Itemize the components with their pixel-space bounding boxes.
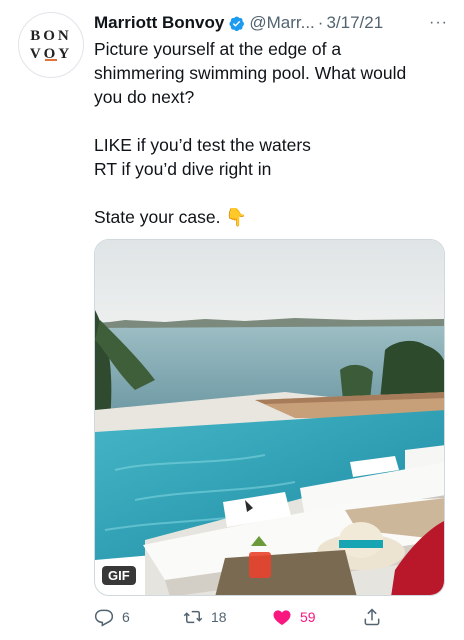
tweet-text-line: RT if you’d dive right in	[94, 159, 272, 179]
tweet-text-line: you do next?	[94, 87, 195, 107]
gif-badge: GIF	[102, 566, 136, 585]
like-count: 59	[300, 609, 316, 625]
reply-count: 6	[122, 609, 130, 625]
like-button[interactable]: 59	[272, 607, 316, 627]
tweet-media-gif[interactable]: GIF	[94, 239, 445, 596]
tweet-date[interactable]: 3/17/21	[326, 13, 383, 33]
heart-filled-icon	[273, 610, 291, 625]
tweet-text-line: State your case. 👇	[94, 205, 448, 229]
retweet-button[interactable]: 18	[183, 607, 227, 627]
display-name[interactable]: Marriott Bonvoy	[94, 13, 224, 33]
more-horizontal-icon[interactable]: ···	[429, 14, 448, 32]
avatar-logo-line2: VOY	[29, 46, 73, 62]
tweet-text-line: shimmering swimming pool. What would	[94, 63, 407, 83]
pointing-down-emoji-icon: 👇	[225, 207, 248, 227]
avatar-logo-line1: BON	[30, 28, 72, 44]
tweet-body: Marriott Bonvoy @Marr... · 3/17/21 ··· P…	[94, 12, 448, 229]
retweet-count: 18	[211, 609, 227, 625]
reply-icon	[94, 609, 114, 627]
share-icon	[364, 608, 380, 626]
tweet-text-line: Picture yourself at the edge of a	[94, 39, 342, 59]
handle[interactable]: @Marr...	[249, 13, 314, 33]
tweet-text: Picture yourself at the edge of a shimme…	[94, 37, 448, 229]
verified-badge-icon	[228, 15, 245, 32]
tweet-text-cta: State your case.	[94, 207, 221, 227]
tweet-text-line: LIKE if you’d test the waters	[94, 135, 311, 155]
reply-button[interactable]: 6	[94, 607, 130, 627]
retweet-icon	[183, 610, 203, 624]
share-button[interactable]	[362, 607, 382, 627]
tweet-actions: 6 18 59	[94, 605, 448, 629]
avatar[interactable]: BON VOY	[18, 12, 84, 78]
separator-dot: ·	[317, 13, 324, 32]
pool-scene-image	[95, 240, 444, 595]
tweet-header: Marriott Bonvoy @Marr... · 3/17/21 ···	[94, 12, 448, 34]
